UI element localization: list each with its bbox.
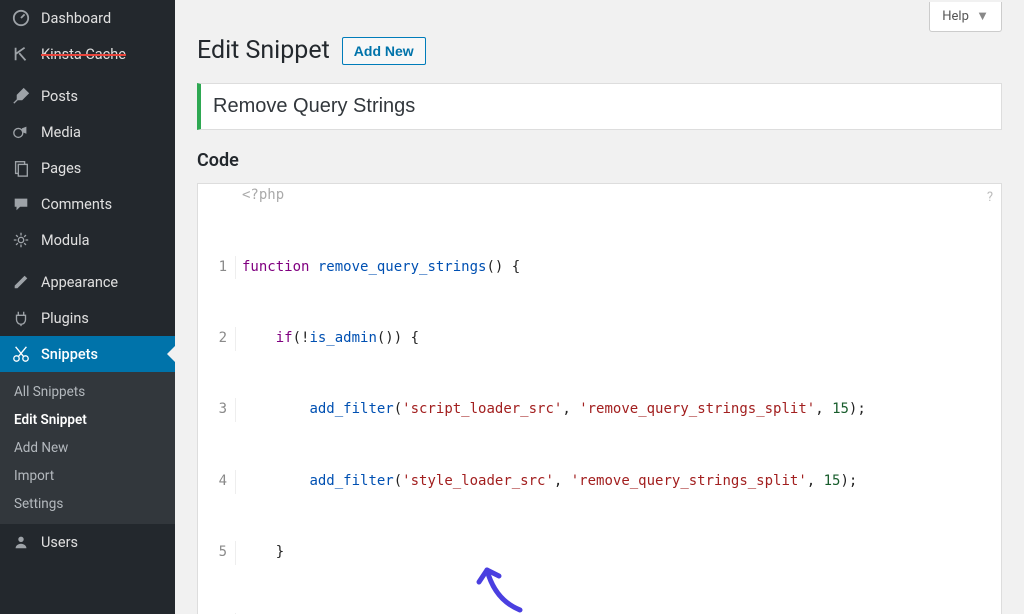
help-icon[interactable]: ? bbox=[987, 190, 993, 205]
sidebar-item-label: Pages bbox=[41, 160, 81, 177]
code-editor[interactable]: 1function remove_query_strings() { 2 if(… bbox=[198, 184, 1001, 614]
sidebar-submenu: All Snippets Edit Snippet Add New Import… bbox=[0, 372, 175, 524]
sidebar-item-label: Appearance bbox=[41, 274, 118, 291]
sidebar-item-snippets[interactable]: Snippets bbox=[0, 336, 175, 372]
snippet-title-wrap bbox=[197, 83, 1002, 130]
sidebar-item-label: Snippets bbox=[41, 346, 98, 363]
page-title: Edit Snippet bbox=[197, 36, 330, 65]
submenu-add-new[interactable]: Add New bbox=[0, 434, 175, 462]
users-icon bbox=[10, 533, 32, 551]
sidebar-item-dashboard[interactable]: Dashboard bbox=[0, 0, 175, 36]
appearance-icon bbox=[10, 273, 32, 291]
line-number: 5 bbox=[198, 541, 236, 565]
content-area: Help ▼ Edit Snippet Add New Code <?php ?… bbox=[175, 0, 1024, 614]
code-editor-wrap: <?php ? 1function remove_query_strings()… bbox=[197, 183, 1002, 614]
php-tag: <?php bbox=[242, 187, 284, 203]
snippets-icon bbox=[10, 345, 32, 363]
sidebar-item-label: Media bbox=[41, 124, 81, 141]
sidebar-item-media[interactable]: Media bbox=[0, 114, 175, 150]
dashboard-icon bbox=[10, 9, 32, 27]
line-number: 3 bbox=[198, 398, 236, 422]
kinsta-icon bbox=[10, 45, 32, 63]
pages-icon bbox=[10, 159, 32, 177]
submenu-all-snippets[interactable]: All Snippets bbox=[0, 378, 175, 406]
page-header: Edit Snippet Add New bbox=[197, 32, 1002, 65]
submenu-settings[interactable]: Settings bbox=[0, 490, 175, 518]
snippet-title-input[interactable] bbox=[197, 83, 1002, 130]
sidebar-item-posts[interactable]: Posts bbox=[0, 78, 175, 114]
line-number: 1 bbox=[198, 256, 236, 280]
sidebar-item-label: Users bbox=[41, 534, 78, 551]
sidebar-item-plugins[interactable]: Plugins bbox=[0, 300, 175, 336]
screen-meta: Help ▼ bbox=[197, 0, 1002, 32]
sidebar-item-label: Modula bbox=[41, 232, 90, 249]
sidebar-item-users[interactable]: Users bbox=[0, 524, 175, 560]
chevron-down-icon: ▼ bbox=[976, 9, 989, 24]
sidebar-item-label: Dashboard bbox=[41, 10, 111, 27]
sidebar-item-label: Posts bbox=[41, 88, 78, 105]
submenu-import[interactable]: Import bbox=[0, 462, 175, 490]
line-number: 4 bbox=[198, 470, 236, 494]
sidebar-item-modula[interactable]: Modula bbox=[0, 222, 175, 258]
comments-icon bbox=[10, 195, 32, 213]
pin-icon bbox=[10, 87, 32, 105]
gear-icon bbox=[10, 231, 32, 249]
help-tab[interactable]: Help ▼ bbox=[929, 2, 1002, 32]
sidebar-item-pages[interactable]: Pages bbox=[0, 150, 175, 186]
sidebar-item-label: Kinsta Cache bbox=[41, 46, 126, 63]
media-icon bbox=[10, 123, 32, 141]
sidebar-item-appearance[interactable]: Appearance bbox=[0, 264, 175, 300]
help-label: Help bbox=[942, 9, 969, 24]
plugin-icon bbox=[10, 309, 32, 327]
sidebar-item-comments[interactable]: Comments bbox=[0, 186, 175, 222]
sidebar-item-label: Plugins bbox=[41, 310, 89, 327]
add-new-button[interactable]: Add New bbox=[342, 37, 426, 65]
line-number: 2 bbox=[198, 327, 236, 351]
admin-sidebar: Dashboard Kinsta Cache Posts Media Pages… bbox=[0, 0, 175, 614]
code-heading: Code bbox=[197, 150, 1002, 171]
submenu-edit-snippet[interactable]: Edit Snippet bbox=[0, 406, 175, 434]
sidebar-item-label: Comments bbox=[41, 196, 112, 213]
sidebar-item-kinsta[interactable]: Kinsta Cache bbox=[0, 36, 175, 72]
